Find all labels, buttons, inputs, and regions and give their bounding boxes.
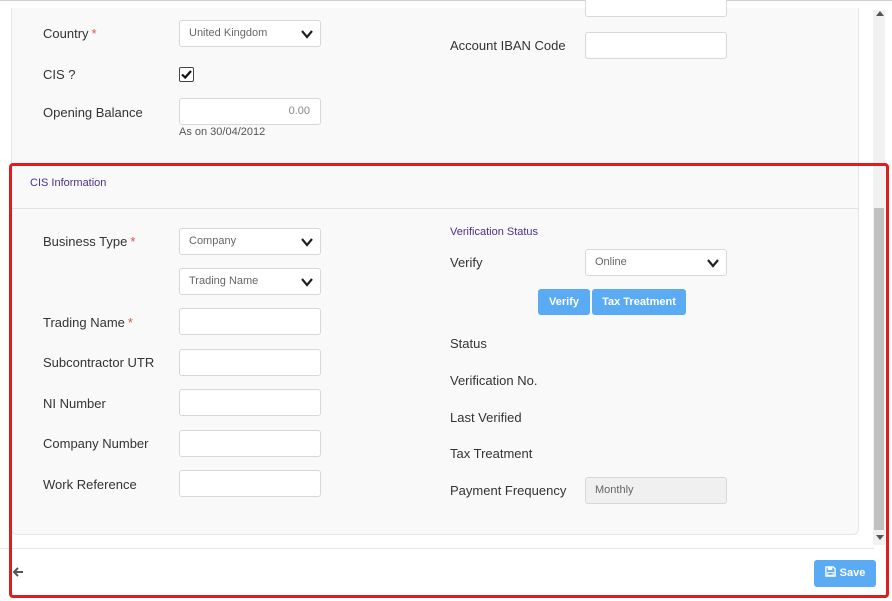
section-title: CIS Information bbox=[30, 177, 107, 189]
last-verified-label: Last Verified bbox=[450, 410, 522, 425]
scrollbar-thumb[interactable] bbox=[874, 208, 884, 530]
window-top-border bbox=[0, 0, 892, 1]
verify-label: Verify bbox=[450, 255, 483, 270]
verification-status-heading: Verification Status bbox=[450, 226, 539, 238]
trading-name-select[interactable]: Trading Name bbox=[179, 268, 321, 295]
tax-treatment-button[interactable]: Tax Treatment bbox=[592, 289, 686, 315]
country-select[interactable]: United Kingdom bbox=[179, 20, 321, 47]
chevron-down-icon bbox=[301, 30, 313, 39]
chevron-down-icon bbox=[707, 259, 719, 268]
business-type-select[interactable]: Company bbox=[179, 228, 321, 255]
business-type-label: Business Type * bbox=[43, 234, 136, 249]
tax-treatment-label: Tax Treatment bbox=[450, 446, 533, 461]
save-button[interactable]: Save bbox=[814, 560, 876, 587]
work-reference-label: Work Reference bbox=[43, 477, 137, 492]
floppy-disk-icon bbox=[824, 566, 836, 577]
scroll-down-arrow-icon[interactable] bbox=[876, 535, 884, 541]
chevron-down-icon bbox=[301, 278, 313, 287]
country-label: Country * bbox=[43, 26, 97, 41]
chevron-down-icon bbox=[301, 238, 313, 247]
verification-no-label: Verification No. bbox=[450, 373, 538, 388]
iban-label: Account IBAN Code bbox=[450, 38, 566, 53]
ni-number-input[interactable] bbox=[179, 389, 321, 416]
payment-frequency-label: Payment Frequency bbox=[450, 483, 567, 498]
footer-divider bbox=[0, 548, 874, 549]
status-label: Status bbox=[450, 336, 487, 351]
iban-input[interactable] bbox=[585, 32, 727, 59]
opening-balance-note: As on 30/04/2012 bbox=[179, 126, 266, 138]
section-divider bbox=[12, 208, 859, 209]
cis-checkbox[interactable] bbox=[179, 67, 194, 82]
trading-name-input[interactable] bbox=[179, 308, 321, 335]
cis-label: CIS ? bbox=[43, 67, 76, 82]
verify-select[interactable]: Online bbox=[585, 249, 727, 276]
company-number-label: Company Number bbox=[43, 436, 149, 451]
previous-field-input[interactable] bbox=[585, 0, 727, 17]
subcontractor-utr-input[interactable] bbox=[179, 349, 321, 376]
company-number-input[interactable] bbox=[179, 430, 321, 457]
back-arrow-icon[interactable] bbox=[12, 566, 24, 578]
work-reference-input[interactable] bbox=[179, 470, 321, 497]
checkmark-icon bbox=[181, 70, 192, 80]
opening-balance-input[interactable]: 0.00 bbox=[179, 98, 321, 125]
payment-frequency-field: Monthly bbox=[585, 477, 727, 504]
form-panel bbox=[11, 8, 859, 535]
ni-number-label: NI Number bbox=[43, 396, 106, 411]
opening-balance-label: Opening Balance bbox=[43, 105, 143, 120]
subcontractor-utr-label: Subcontractor UTR bbox=[43, 355, 155, 370]
trading-name-label: Trading Name * bbox=[43, 315, 133, 330]
scroll-up-arrow-icon[interactable] bbox=[876, 10, 884, 16]
verify-button[interactable]: Verify bbox=[538, 289, 590, 315]
